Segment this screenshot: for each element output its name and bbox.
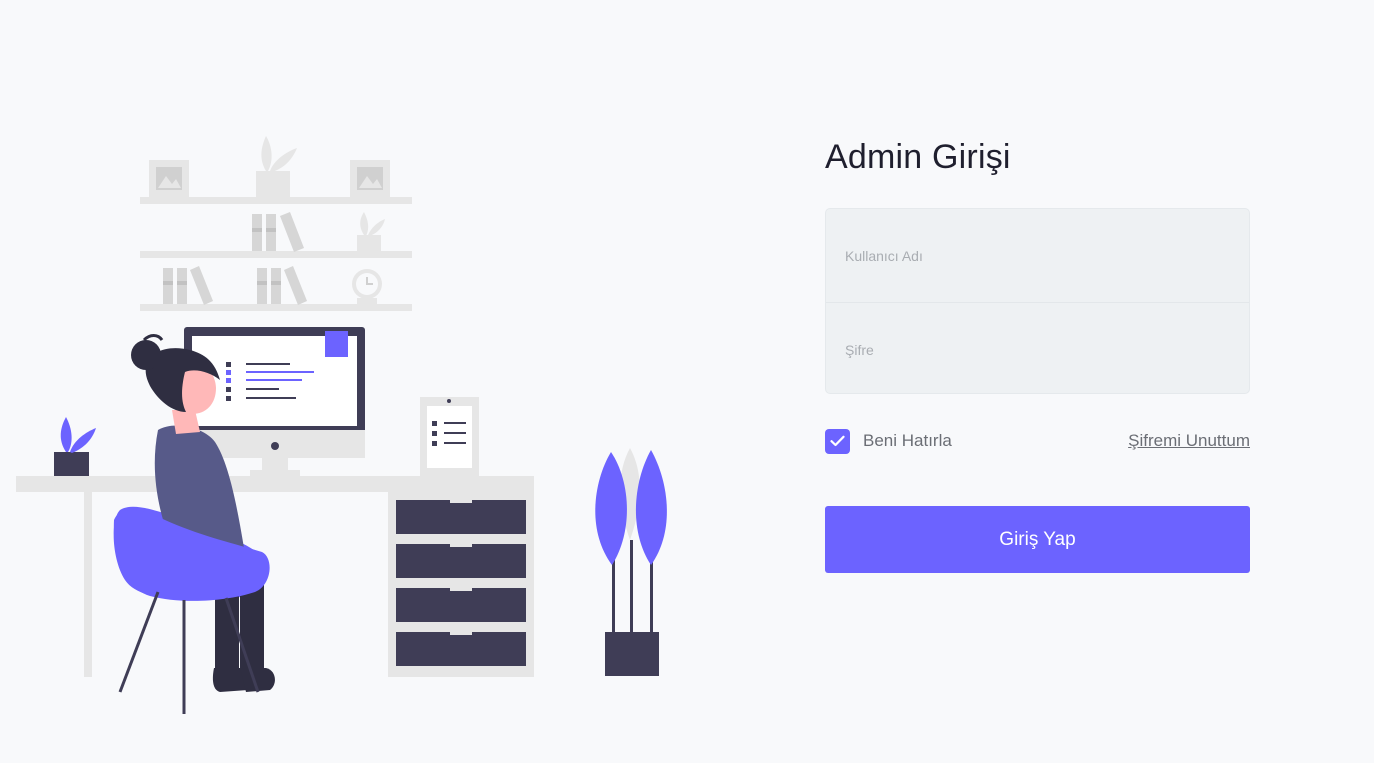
username-input[interactable] bbox=[826, 209, 1249, 302]
credentials-group bbox=[825, 208, 1250, 394]
remember-label: Beni Hatırla bbox=[863, 431, 952, 450]
picture-frame-icon bbox=[149, 160, 189, 197]
clock-icon bbox=[352, 269, 382, 304]
books-icon bbox=[252, 212, 304, 252]
remember-checkbox[interactable] bbox=[825, 428, 850, 454]
books-icon bbox=[257, 266, 307, 305]
tablet-icon bbox=[420, 397, 479, 477]
plant-icon bbox=[595, 448, 667, 676]
remember-me[interactable]: Beni Hatırla bbox=[825, 428, 952, 454]
login-page: Admin Girişi Beni Hatırla Şifremi Unuttu… bbox=[0, 0, 1374, 763]
password-input[interactable] bbox=[826, 303, 1249, 393]
plant-icon bbox=[256, 136, 297, 197]
forgot-password-link[interactable]: Şifremi Unuttum bbox=[1128, 431, 1250, 451]
picture-frame-icon bbox=[350, 160, 390, 197]
login-form: Admin Girişi Beni Hatırla Şifremi Unuttu… bbox=[825, 136, 1250, 573]
check-icon bbox=[830, 435, 845, 447]
plant-icon bbox=[54, 417, 96, 476]
desk bbox=[16, 476, 534, 677]
options-row: Beni Hatırla Şifremi Unuttum bbox=[825, 428, 1250, 454]
books-icon bbox=[163, 266, 213, 305]
plant-icon bbox=[357, 212, 385, 251]
page-title: Admin Girişi bbox=[825, 138, 1011, 176]
woman-at-desk-illustration bbox=[16, 136, 667, 714]
login-button[interactable]: Giriş Yap bbox=[825, 506, 1250, 573]
